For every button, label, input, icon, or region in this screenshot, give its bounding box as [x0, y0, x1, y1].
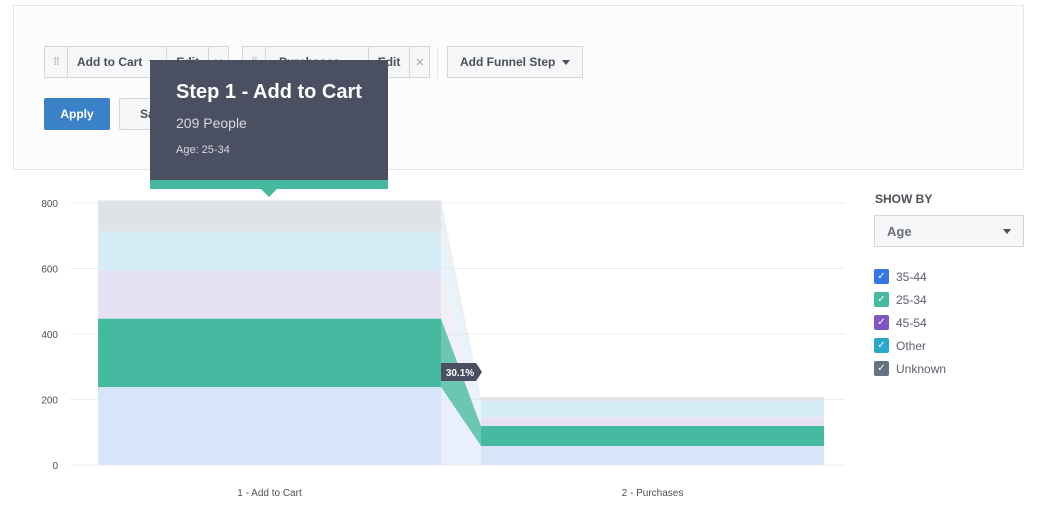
chart-tooltip: Step 1 - Add to Cart 209 People Age: 25-…: [150, 60, 388, 197]
legend-item-45-54[interactable]: ✓ 45-54: [874, 311, 946, 334]
y-tick-label: 200: [41, 396, 58, 407]
checkbox-check-icon[interactable]: ✓: [874, 338, 889, 353]
chevron-down-icon: [1003, 229, 1011, 234]
tooltip-color-bar: [150, 180, 388, 189]
legend: ✓ 35-44 ✓ 25-34 ✓ 45-54 ✓ Other ✓ Unknown: [874, 265, 946, 380]
bar-segment-45-54: [481, 417, 824, 427]
bar-segment-Unknown: [481, 397, 824, 402]
conversion-rate-label: 30.1%: [446, 368, 474, 379]
tooltip-count: 209 People: [176, 115, 247, 131]
y-tick-label: 800: [41, 199, 58, 210]
checkbox-check-icon[interactable]: ✓: [874, 361, 889, 376]
x-tick-label: 1 - Add to Cart: [237, 488, 302, 499]
bar-segment-35-44: [98, 387, 441, 465]
show-by-label: SHOW BY: [875, 192, 933, 206]
bar-segment-Other: [481, 401, 824, 418]
show-by-value: Age: [887, 224, 912, 239]
checkbox-check-icon[interactable]: ✓: [874, 315, 889, 330]
legend-label: 45-54: [896, 315, 927, 330]
bar-segment-25-34: [481, 426, 824, 447]
bar-segment-Unknown: [98, 200, 441, 232]
bar-segment-25-34: [98, 318, 441, 388]
bar-segment-Other: [98, 231, 441, 271]
checkbox-check-icon[interactable]: ✓: [874, 269, 889, 284]
legend-item-35-44[interactable]: ✓ 35-44: [874, 265, 946, 288]
x-tick-label: 2 - Purchases: [622, 488, 684, 499]
legend-label: 25-34: [896, 292, 927, 307]
y-tick-label: 600: [41, 265, 58, 276]
y-tick-label: 0: [52, 461, 58, 472]
bar-segment-45-54: [98, 270, 441, 319]
legend-item-unknown[interactable]: ✓ Unknown: [874, 357, 946, 380]
show-by-select[interactable]: Age: [874, 215, 1024, 247]
legend-label: 35-44: [896, 269, 927, 284]
legend-label: Unknown: [896, 361, 947, 376]
legend-item-other[interactable]: ✓ Other: [874, 334, 946, 357]
tooltip-arrow: [261, 189, 277, 197]
legend-label: Other: [896, 338, 927, 353]
checkbox-check-icon[interactable]: ✓: [874, 292, 889, 307]
tooltip-title: Step 1 - Add to Cart: [176, 81, 362, 103]
bar-segment-35-44: [481, 446, 824, 465]
legend-item-25-34[interactable]: ✓ 25-34: [874, 288, 946, 311]
y-tick-label: 400: [41, 330, 58, 341]
tooltip-detail: Age: 25-34: [176, 144, 230, 156]
